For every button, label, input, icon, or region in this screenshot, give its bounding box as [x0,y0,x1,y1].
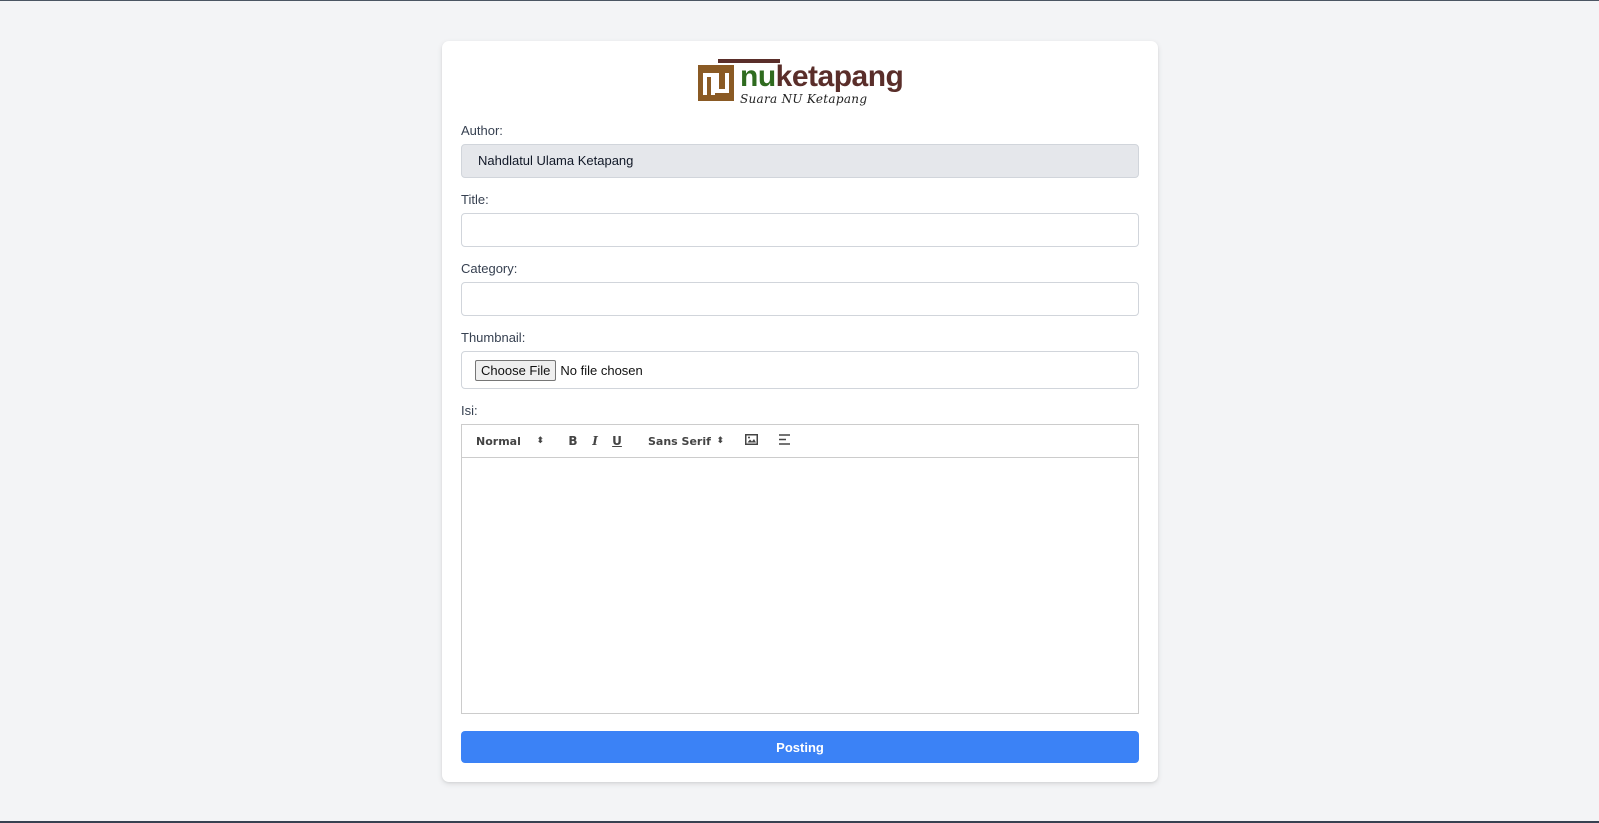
post-form-card: nuketapang Suara NU Ketapang Author: Nah… [442,41,1158,782]
choose-file-button[interactable]: Choose File [475,359,557,381]
font-select[interactable]: Sans Serif ⬍ [648,435,724,448]
image-icon[interactable] [740,434,762,448]
italic-button[interactable]: I [584,434,606,448]
header-select-value: Normal [476,434,521,448]
align-left-icon-glyph [779,434,790,445]
author-field: Author: Nahdlatul Ulama Ketapang [461,123,1139,178]
author-input: Nahdlatul Ulama Ketapang [461,144,1139,178]
brand-tagline: Suara NU Ketapang [740,92,868,106]
align-left-icon[interactable] [774,434,796,448]
thumbnail-file-input[interactable]: Choose File No file chosen [461,351,1139,389]
title-label: Title: [461,192,489,207]
author-label: Author: [461,123,503,138]
top-border [0,0,1599,1]
font-select-value: Sans Serif [648,434,711,448]
logo: nuketapang Suara NU Ketapang [698,59,908,106]
editor-content-area[interactable] [461,458,1139,714]
chevron-updown-icon: ⬍ [536,436,544,446]
underline-button[interactable]: U [606,434,628,448]
nu-logo-icon [698,65,734,101]
chevron-updown-icon: ⬍ [716,436,724,446]
isi-field: Isi: Normal ⬍ B I U Sans Serif ⬍ [461,403,1139,714]
image-icon-glyph [744,434,758,445]
brand-name-ketapang: ketapang [775,60,904,93]
logo-mark [698,65,734,101]
category-input[interactable] [461,282,1139,316]
brand-name-nu: nu [740,60,776,93]
thumbnail-label: Thumbnail: [461,330,526,345]
bold-button[interactable]: B [562,434,584,448]
rich-text-editor: Normal ⬍ B I U Sans Serif ⬍ [461,424,1139,714]
title-input[interactable] [461,213,1139,247]
isi-label: Isi: [461,403,478,418]
editor-toolbar: Normal ⬍ B I U Sans Serif ⬍ [461,424,1139,458]
posting-button[interactable]: Posting [461,731,1139,763]
file-status: No file chosen [560,362,643,378]
category-field: Category: [461,261,1139,316]
title-field: Title: [461,192,1139,247]
thumbnail-field: Thumbnail: Choose File No file chosen [461,330,1139,389]
brand-name: nuketapang [740,59,904,95]
category-label: Category: [461,261,518,276]
header-select[interactable]: Normal ⬍ [476,435,544,448]
